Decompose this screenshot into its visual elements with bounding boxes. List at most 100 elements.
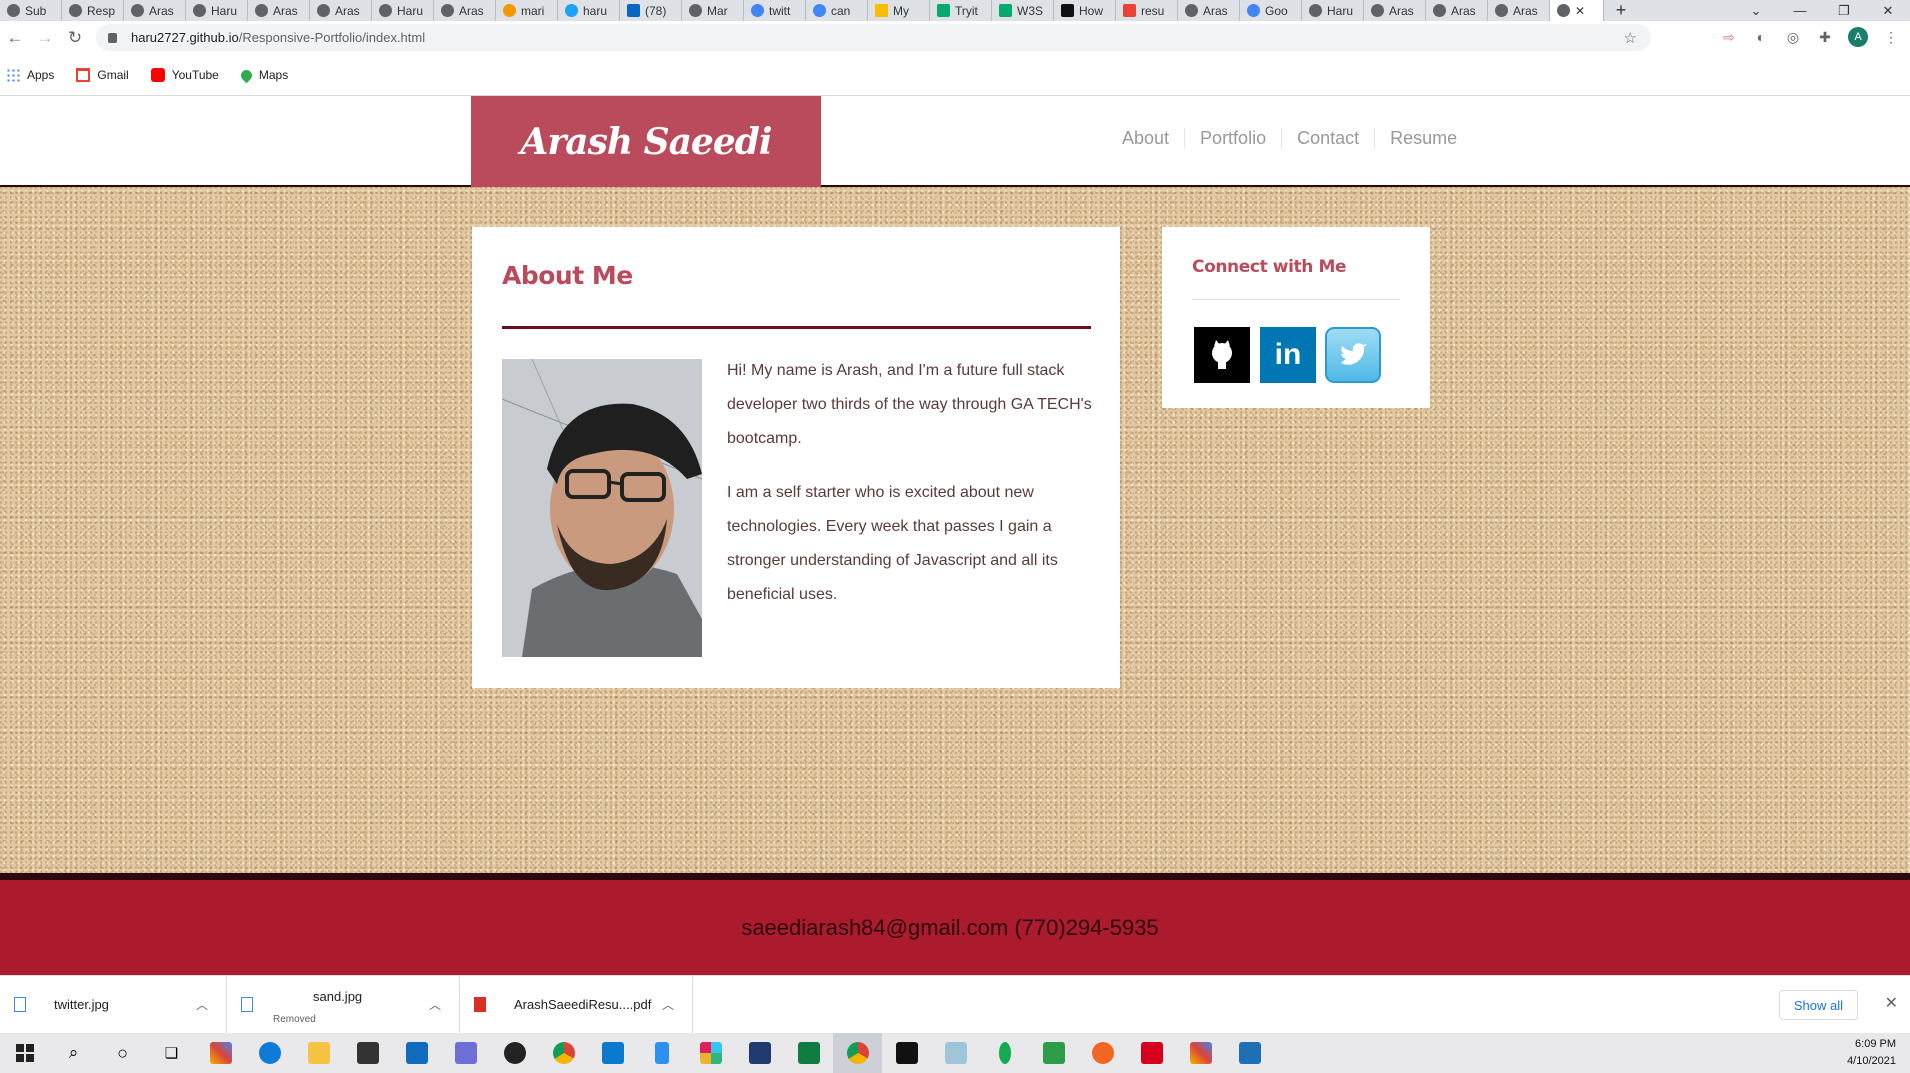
back-arrow-icon[interactable]: ← <box>0 28 30 48</box>
nav-portfolio[interactable]: Portfolio <box>1185 128 1283 149</box>
vscode-icon[interactable] <box>588 1033 637 1073</box>
tab-close-icon[interactable]: ✕ <box>1575 4 1585 18</box>
acrobat-icon[interactable] <box>1127 1033 1176 1073</box>
terminal-icon[interactable] <box>882 1033 931 1073</box>
browser-tab[interactable]: How <box>1054 0 1116 21</box>
bookmark-apps[interactable]: Apps <box>6 68 54 82</box>
connect-title: Connect with Me <box>1192 257 1347 277</box>
chevron-up-icon[interactable]: ︿ <box>662 996 674 1013</box>
browser-tab[interactable]: mari <box>496 0 558 21</box>
clock-time: 6:09 PM <box>1855 1038 1896 1050</box>
download-filename: twitter.jpg <box>54 997 109 1012</box>
app-icon[interactable] <box>637 1033 686 1073</box>
app-icon[interactable] <box>1078 1033 1127 1073</box>
tab-search-icon[interactable]: ⌄ <box>1734 3 1778 19</box>
app-icon[interactable] <box>735 1033 784 1073</box>
mail-icon[interactable] <box>392 1033 441 1073</box>
new-tab-button[interactable]: + <box>1604 0 1638 21</box>
show-all-button[interactable]: Show all <box>1778 990 1858 1020</box>
tab-favicon-icon <box>1371 4 1384 17</box>
github-link[interactable] <box>1194 327 1250 383</box>
profile-avatar[interactable]: A <box>1848 27 1868 47</box>
search-icon[interactable]: ⌕ <box>49 1033 98 1073</box>
chevron-up-icon[interactable]: ︿ <box>429 996 441 1013</box>
reload-icon[interactable]: ↻ <box>60 28 90 48</box>
extension-icon[interactable]: ◎ <box>1784 28 1802 46</box>
close-icon[interactable]: ✕ <box>1885 993 1898 1013</box>
browser-tab[interactable]: resu <box>1116 0 1178 21</box>
browser-tab[interactable]: Mar <box>682 0 744 21</box>
w3schools-favicon-icon <box>999 4 1012 17</box>
extension-icon[interactable]: ⇨ <box>1720 28 1738 46</box>
app-icon[interactable] <box>931 1033 980 1073</box>
bookmark-youtube[interactable]: YouTube <box>150 68 219 82</box>
nav-contact[interactable]: Contact <box>1282 128 1376 149</box>
edge-icon[interactable] <box>245 1033 294 1073</box>
slack-icon[interactable] <box>686 1033 735 1073</box>
browser-tab[interactable]: Aras <box>124 0 186 21</box>
extension-icon[interactable]: ◐ <box>1752 28 1770 46</box>
profile-photo-illustration <box>502 359 702 657</box>
browser-tab[interactable]: Aras <box>1178 0 1240 21</box>
browser-tab[interactable]: My <box>868 0 930 21</box>
task-view-icon[interactable]: ❏ <box>147 1033 196 1073</box>
menu-kebab-icon[interactable]: ⋮ <box>1882 28 1900 46</box>
browser-tab[interactable]: Haru <box>186 0 248 21</box>
browser-tab[interactable]: (78) <box>620 0 682 21</box>
restore-button[interactable]: ❐ <box>1822 3 1866 19</box>
bookmark-star-icon[interactable]: ☆ <box>1624 29 1637 47</box>
browser-tab[interactable]: Goo <box>1240 0 1302 21</box>
bookmark-maps[interactable]: Maps <box>238 67 288 83</box>
window-controls: ⌄ — ❐ ✕ <box>1734 0 1910 21</box>
file-explorer-icon[interactable] <box>294 1033 343 1073</box>
chrome-icon[interactable] <box>539 1033 588 1073</box>
browser-tab[interactable]: Haru <box>1302 0 1364 21</box>
forward-arrow-icon[interactable]: → <box>30 28 60 48</box>
chrome-icon[interactable] <box>833 1033 882 1073</box>
browser-tab[interactable]: Aras <box>1426 0 1488 21</box>
browser-tab[interactable]: haru <box>558 0 620 21</box>
brand-logo[interactable]: Arash Saeedi <box>471 96 821 187</box>
minimize-button[interactable]: — <box>1778 3 1822 18</box>
tab-favicon-icon <box>689 4 702 17</box>
browser-tab[interactable]: Aras <box>1488 0 1550 21</box>
browser-tab[interactable]: W3S <box>992 0 1054 21</box>
browser-tab[interactable]: Aras <box>1364 0 1426 21</box>
bookmark-gmail[interactable]: Gmail <box>76 68 129 82</box>
puzzle-extensions-icon[interactable]: ✚ <box>1816 28 1834 46</box>
browser-tab[interactable]: Aras <box>434 0 496 21</box>
browser-tab[interactable]: twitt <box>744 0 806 21</box>
excel-icon[interactable] <box>784 1033 833 1073</box>
browser-tab-active[interactable]: ✕ <box>1550 0 1604 21</box>
chevron-up-icon[interactable]: ︿ <box>196 996 208 1013</box>
close-window-button[interactable]: ✕ <box>1866 3 1910 19</box>
download-item[interactable]: ArashSaeediResu....pdf ︿ <box>460 975 693 1034</box>
start-button[interactable] <box>0 1033 49 1073</box>
browser-tab[interactable]: Aras <box>310 0 372 21</box>
system-clock[interactable]: 6:09 PM 4/10/2021 <box>1847 1036 1896 1070</box>
linkedin-link[interactable]: in <box>1260 327 1316 383</box>
browser-tab[interactable]: Resp <box>62 0 124 21</box>
app-icon[interactable] <box>1029 1033 1078 1073</box>
xbox-icon[interactable] <box>490 1033 539 1073</box>
nav-about[interactable]: About <box>1107 128 1186 149</box>
download-item[interactable]: sand.jpg Removed ︿ <box>227 975 460 1034</box>
download-item[interactable]: twitter.jpg ︿ <box>0 975 227 1034</box>
browser-tab[interactable]: Aras <box>248 0 310 21</box>
store-icon[interactable] <box>343 1033 392 1073</box>
browser-tab[interactable]: can <box>806 0 868 21</box>
mongodb-icon[interactable] <box>980 1033 1029 1073</box>
address-bar[interactable]: haru2727.github.io/Responsive-Portfolio/… <box>96 24 1651 51</box>
photos-icon[interactable] <box>1225 1033 1274 1073</box>
cortana-icon[interactable]: ○ <box>98 1033 147 1073</box>
tab-favicon-icon <box>317 4 330 17</box>
browser-tab[interactable]: Haru <box>372 0 434 21</box>
github-favicon-icon <box>69 4 82 17</box>
browser-tab[interactable]: Sub <box>0 0 62 21</box>
app-icon[interactable] <box>1176 1033 1225 1073</box>
twitter-link[interactable] <box>1325 327 1381 383</box>
app-icon[interactable] <box>196 1033 245 1073</box>
app-icon[interactable] <box>441 1033 490 1073</box>
nav-resume[interactable]: Resume <box>1375 128 1472 149</box>
browser-tab[interactable]: Tryit <box>930 0 992 21</box>
